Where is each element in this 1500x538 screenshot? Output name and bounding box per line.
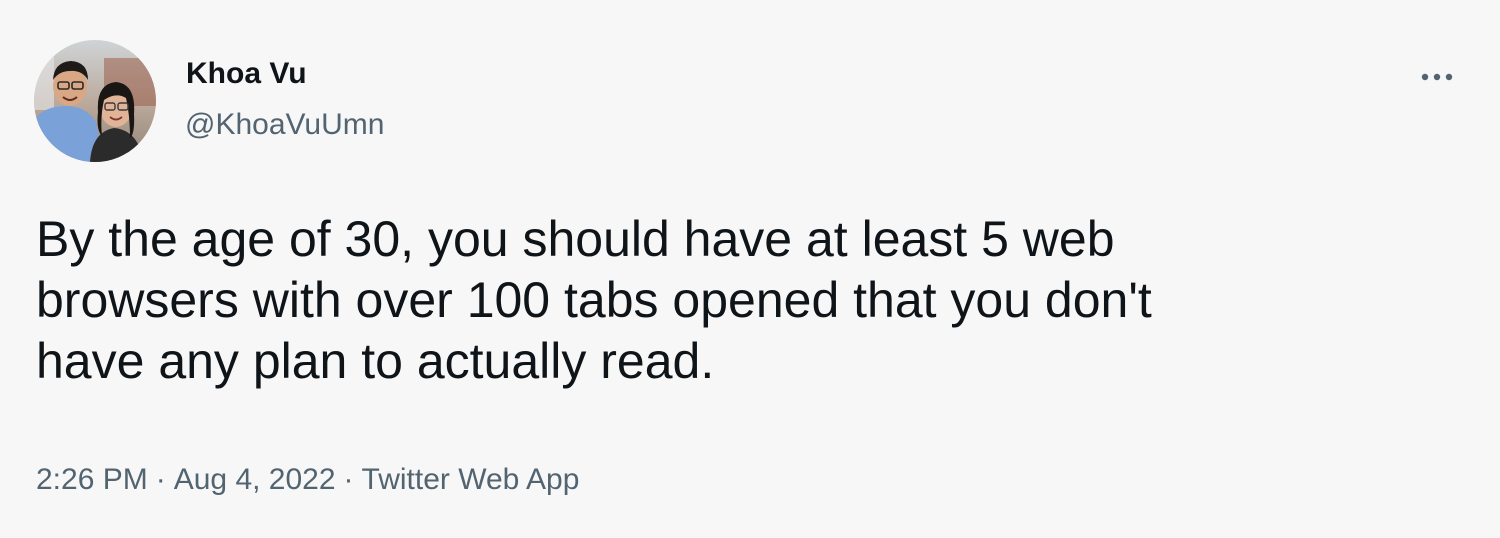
profile-photo-icon: [34, 40, 156, 162]
author-avatar[interactable]: [34, 40, 156, 162]
separator-dot: ·: [343, 463, 354, 496]
author-name[interactable]: Khoa Vu: [186, 55, 307, 93]
tweet-source-link[interactable]: Twitter Web App: [362, 460, 580, 500]
tweet-date-link[interactable]: Aug 4, 2022: [174, 460, 336, 500]
tweet-time-link[interactable]: 2:26 PM: [36, 460, 148, 500]
tweet-card: Khoa Vu @KhoaVuUmn By the age of 30, you…: [0, 0, 1500, 538]
tweet-text-line: By the age of 30, you should have at lea…: [36, 211, 1115, 267]
tweet-text: By the age of 30, you should have at lea…: [36, 209, 1436, 392]
author-handle[interactable]: @KhoaVuUmn: [185, 106, 384, 144]
tweet-text-line: browsers with over 100 tabs opened that …: [36, 272, 1152, 328]
more-horizontal-icon: [1421, 73, 1453, 81]
separator-dot: ·: [155, 463, 166, 496]
tweet-text-line: have any plan to actually read.: [36, 333, 715, 389]
more-options-button[interactable]: [1408, 56, 1466, 98]
tweet-metadata: 2:26 PM · Aug 4, 2022 · Twitter Web App: [36, 460, 579, 500]
